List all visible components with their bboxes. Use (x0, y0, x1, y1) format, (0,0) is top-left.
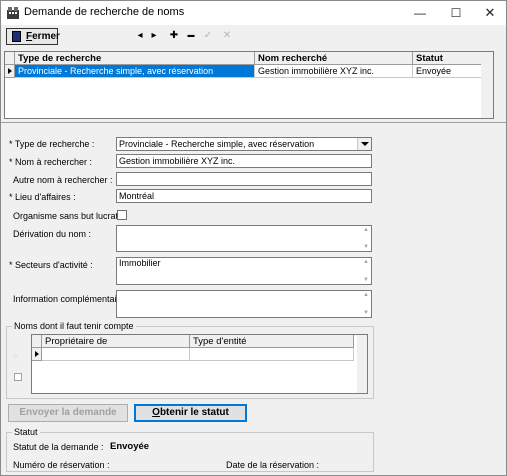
name-label: * Nom à rechercher : (9, 157, 93, 167)
toolbar: Fermer ◂ ▸ ✚ ▬ ✓ ✕ (1, 25, 506, 47)
names-row-owner[interactable] (42, 348, 190, 361)
names-row-entity-type[interactable] (190, 348, 354, 361)
other-name-label: Autre nom à rechercher : (13, 175, 113, 185)
names-grid-corner (32, 335, 42, 348)
derivation-label: Dérivation du nom : (13, 229, 92, 239)
nonprofit-label: Organisme sans but lucratif (13, 211, 123, 221)
col-header-status[interactable]: Statut (413, 52, 483, 65)
sectors-scrollbar[interactable]: ▲ ▼ (361, 258, 371, 284)
table-row-type[interactable]: Provinciale - Recherche simple, avec rés… (15, 65, 255, 78)
title-bar: Demande de recherche de noms — ☐ ✕ (1, 1, 506, 25)
door-icon (12, 31, 21, 42)
sectors-value: Immobilier (119, 258, 161, 268)
names-group-title: Noms dont il faut tenir compte (12, 321, 136, 331)
row-pointer-icon (5, 65, 15, 78)
reservation-number-label: Numéro de réservation : (13, 460, 110, 470)
extra-info-textarea[interactable]: ▲ ▼ (116, 290, 372, 318)
sectors-textarea[interactable]: Immobilier ▲ ▼ (116, 257, 372, 285)
request-status-value: Envoyée (110, 441, 150, 452)
get-status-mnemonic: O (152, 407, 160, 418)
derivation-textarea[interactable]: ▲ ▼ (116, 225, 372, 252)
name-field[interactable]: Gestion immobilière XYZ inc. (116, 154, 372, 168)
close-form-button[interactable]: Fermer (6, 28, 60, 45)
nonprofit-checkbox[interactable] (117, 210, 127, 220)
prev-record-icon[interactable]: ◂ (133, 28, 147, 44)
extra-info-scrollbar[interactable]: ▲ ▼ (361, 291, 371, 317)
derivation-scrollbar[interactable]: ▲ ▼ (361, 226, 371, 251)
table-row-name[interactable]: Gestion immobilière XYZ inc. (255, 65, 413, 78)
next-record-icon[interactable]: ▸ (147, 28, 161, 44)
col-header-type[interactable]: Type de recherche (15, 52, 255, 65)
search-type-select[interactable]: Provinciale - Recherche simple, avec rés… (116, 137, 372, 151)
maximize-icon[interactable]: ☐ (439, 1, 473, 25)
radio-icon[interactable]: ◌ (13, 352, 18, 361)
col-header-entity-type[interactable]: Type d'entité (190, 335, 354, 348)
grid-scrollbar[interactable] (481, 52, 493, 118)
close-icon[interactable]: ✕ (473, 1, 507, 25)
business-place-field[interactable]: Montréal (116, 189, 372, 203)
sectors-label: * Secteurs d'activité : (9, 260, 93, 270)
status-group-title: Statut (12, 427, 40, 437)
reservation-date-label: Date de la réservation : (226, 460, 320, 470)
grid-corner (5, 52, 15, 65)
request-status-label: Statut de la demande : (13, 442, 104, 452)
get-status-button[interactable]: Obtenir le statut (134, 404, 247, 422)
names-checkbox[interactable] (14, 373, 22, 381)
app-icon (7, 7, 19, 19)
cancel-icon[interactable]: ✕ (220, 28, 234, 44)
other-name-field[interactable] (116, 172, 372, 186)
minimize-icon[interactable]: — (403, 1, 437, 25)
window-title: Demande de recherche de noms (24, 6, 185, 18)
delete-record-icon[interactable]: ▬ (184, 28, 198, 44)
search-type-label: * Type de recherche : (9, 139, 95, 149)
close-button-label: ermer (32, 31, 60, 42)
names-row-pointer-icon (32, 348, 42, 361)
col-header-name[interactable]: Nom recherché (255, 52, 413, 65)
table-row-status[interactable]: Envoyée (413, 65, 483, 78)
main-window: Demande de recherche de noms — ☐ ✕ Ferme… (0, 0, 507, 476)
results-grid[interactable]: Type de recherche Nom recherché Statut P… (4, 51, 494, 119)
business-place-label: * Lieu d'affaires : (9, 192, 76, 202)
add-record-icon[interactable]: ✚ (167, 28, 181, 44)
get-status-label: btenir le statut (159, 407, 229, 418)
divider (1, 122, 506, 123)
col-header-owner[interactable]: Propriétaire de (42, 335, 190, 348)
chevron-down-icon[interactable] (357, 138, 371, 150)
names-grid[interactable]: Propriétaire de Type d'entité (31, 334, 368, 394)
names-grid-scrollbar[interactable] (357, 335, 367, 393)
extra-info-label: Information complémentaire : (13, 294, 130, 304)
confirm-icon[interactable]: ✓ (201, 28, 215, 44)
search-type-value: Provinciale - Recherche simple, avec rés… (119, 139, 315, 149)
send-request-button[interactable]: Envoyer la demande (8, 404, 128, 422)
